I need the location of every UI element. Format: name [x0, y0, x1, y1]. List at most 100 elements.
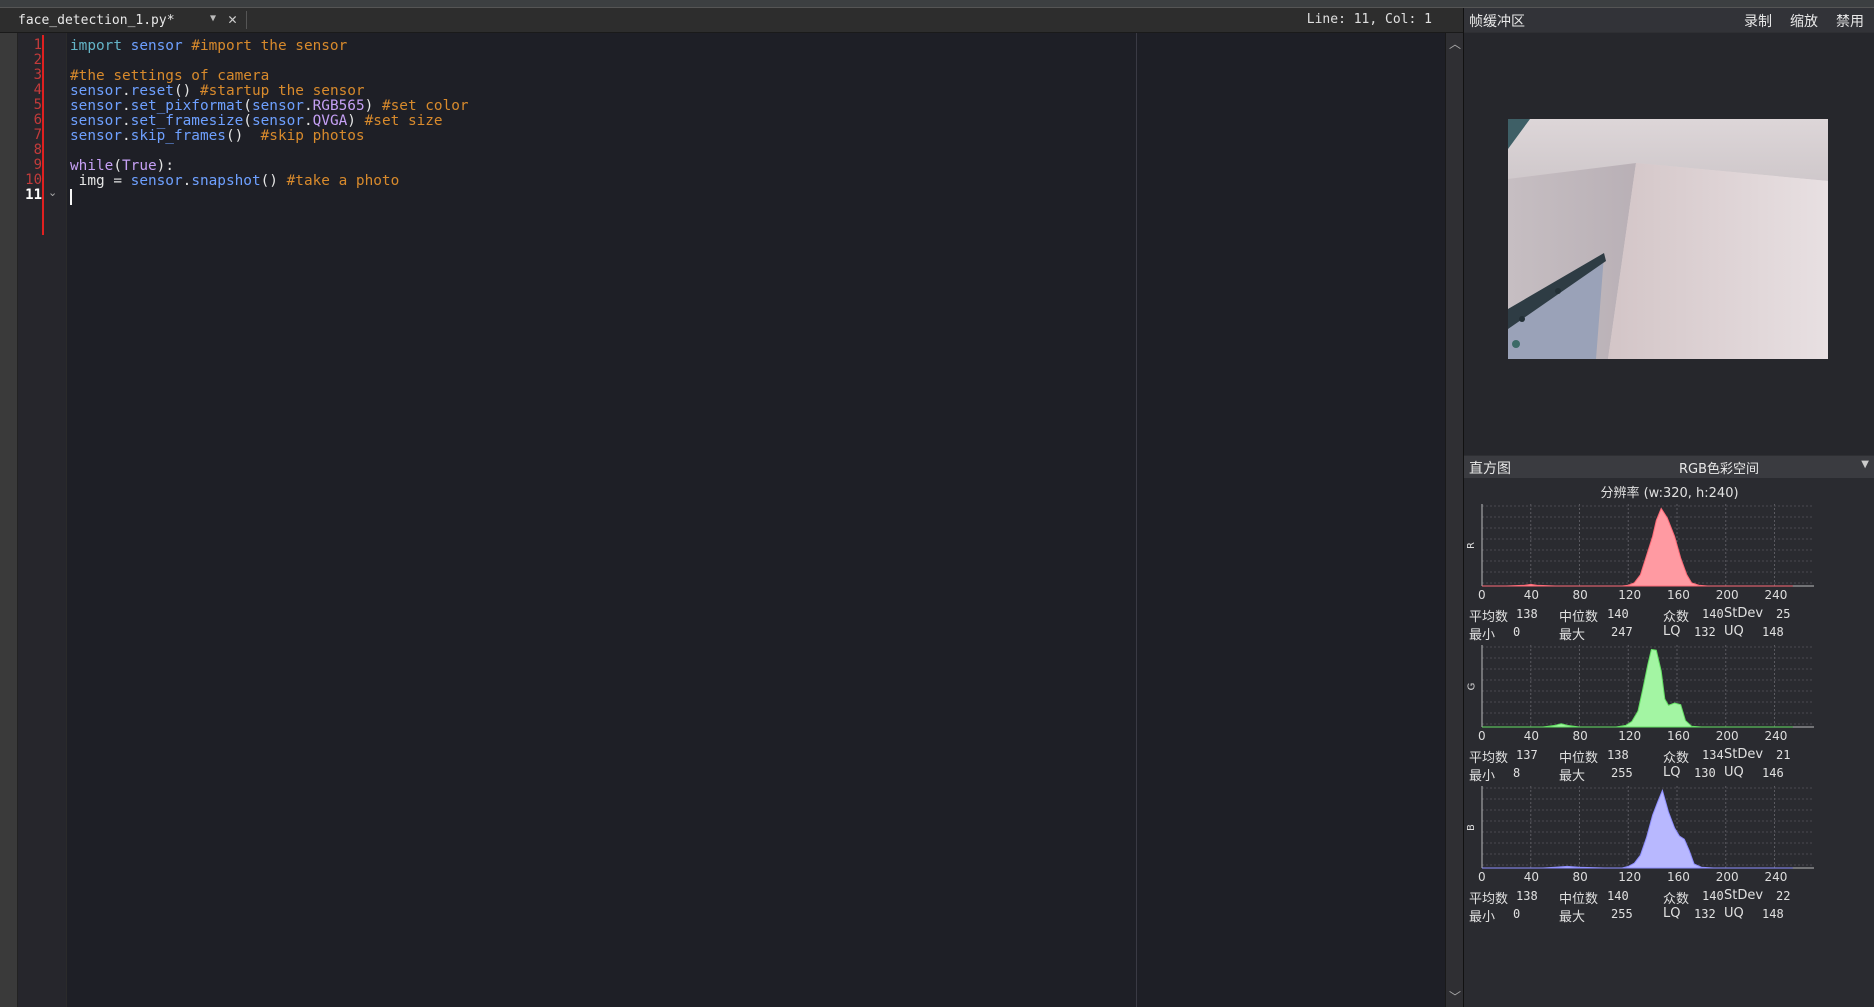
histogram-header: 直方图 RGB色彩空间 ▼	[1464, 456, 1874, 478]
chevron-down-icon[interactable]: ▼	[1861, 459, 1869, 470]
histogram-title: 直方图	[1469, 461, 1511, 477]
framebuffer-header: 帧缓冲区 录制 缩放 禁用	[1464, 8, 1874, 32]
stat-value-median: 140	[1607, 607, 1629, 621]
histogram-b: B 0 40 80 120 160 200 240 平均数 138 中位数 140 众数 140 StDev…	[1464, 784, 1874, 925]
stat-label-max: 最大	[1559, 910, 1586, 925]
zoom-button[interactable]: 缩放	[1790, 11, 1818, 31]
file-tab-label: face_detection_1.py*	[18, 12, 175, 28]
scroll-up-icon[interactable]: ︿	[1449, 35, 1461, 52]
framebuffer-title: 帧缓冲区	[1469, 14, 1525, 30]
stat-label-mode: 众数	[1663, 751, 1690, 766]
top-menu-strip	[0, 0, 1874, 8]
x-tick-label: 80	[1572, 588, 1588, 602]
tab-dropdown-icon[interactable]: ▼	[210, 13, 216, 24]
stat-value-min: 8	[1513, 766, 1521, 780]
x-tick-label: 40	[1523, 729, 1540, 743]
stat-label-mode: 众数	[1663, 610, 1690, 625]
x-tick-label: 0	[1478, 588, 1486, 602]
line-number-gutter: 1 2 3 4 5 6 7 8 9 10 11 ⌄	[18, 33, 66, 1007]
stat-value-mode: 140	[1702, 607, 1724, 621]
close-icon[interactable]: ✕	[228, 10, 237, 28]
x-tick-label: 120	[1618, 588, 1642, 602]
file-tab[interactable]: face_detection_1.py* ▼ ✕	[18, 8, 248, 32]
stat-value-stdev: 25	[1776, 607, 1791, 621]
stat-label-lq: LQ	[1663, 906, 1681, 921]
stat-value-stdev: 22	[1776, 889, 1791, 903]
histogram-area-r	[1482, 507, 1793, 587]
x-tick-label: 240	[1764, 588, 1788, 602]
modified-lines-marker	[42, 35, 44, 235]
color-space-select[interactable]: RGB色彩空间	[1679, 458, 1759, 477]
code-line-10: img = sensor.snapshot() #take a photo	[70, 173, 400, 189]
x-tick-label: 40	[1523, 588, 1540, 602]
stat-value-max: 247	[1611, 625, 1633, 639]
stat-label-min: 最小	[1469, 910, 1496, 925]
x-tick-label: 0	[1478, 729, 1486, 743]
stat-value-uq: 146	[1762, 766, 1784, 780]
stat-label-max: 最大	[1559, 628, 1586, 643]
x-tick-label: 160	[1667, 870, 1690, 884]
resolution-label: 分辨率 (w:320, h:240)	[1600, 486, 1739, 501]
code-editor[interactable]: import sensor #import the sensor #the se…	[67, 33, 1445, 1007]
fold-chevron-icon[interactable]: ⌄	[48, 186, 57, 199]
stat-label-uq: UQ	[1724, 765, 1744, 780]
right-panel: 帧缓冲区 录制 缩放 禁用 直方图 RGB色彩空间 ▼ 分辨率 (w:320, …	[1463, 8, 1874, 1007]
stat-label-uq: UQ	[1724, 906, 1744, 921]
edge-margin-line	[1136, 33, 1137, 1007]
stat-value-uq: 148	[1762, 625, 1784, 639]
x-tick-label: 200	[1715, 729, 1739, 743]
stat-value-mode: 140	[1702, 889, 1724, 903]
stat-label-median: 中位数	[1559, 892, 1599, 907]
histogram-area-g	[1482, 648, 1793, 728]
stat-label-lq: LQ	[1663, 765, 1681, 780]
stat-label-mean: 平均数	[1469, 892, 1509, 907]
scroll-down-icon[interactable]: ﹀	[1449, 988, 1461, 1005]
stat-label-mode: 众数	[1663, 892, 1690, 907]
stat-label-stdev: StDev	[1724, 747, 1764, 762]
stat-label-mean: 平均数	[1469, 751, 1509, 766]
x-tick-label: 40	[1523, 870, 1540, 884]
stat-value-lq: 130	[1694, 766, 1716, 780]
x-tick-label: 240	[1764, 870, 1788, 884]
stat-value-median: 138	[1607, 748, 1629, 762]
x-tick-label: 160	[1667, 588, 1690, 602]
stat-value-mean: 138	[1516, 889, 1538, 903]
x-tick-label: 200	[1715, 588, 1739, 602]
line-number: 11	[25, 187, 42, 203]
stat-value-max: 255	[1611, 766, 1633, 780]
stat-value-stdev: 21	[1776, 748, 1791, 762]
histogram-r: R 0 40 80 120 160 200 240 平均数 138 中位数 140 众数 140 StDev…	[1464, 502, 1874, 643]
editor-scrollbar[interactable]: ︿ ﹀	[1445, 33, 1464, 1007]
stat-label-max: 最大	[1559, 769, 1586, 784]
histogram-g: G 0 40 80 120 160 200 240 平均数 137 中位数 138 众数 134 StDev…	[1464, 643, 1874, 784]
stat-value-uq: 148	[1762, 907, 1784, 921]
x-tick-label: 120	[1618, 870, 1642, 884]
tab-divider	[246, 11, 247, 29]
record-button[interactable]: 录制	[1744, 11, 1772, 31]
code-line-1: import sensor #import the sensor	[70, 38, 348, 54]
stat-label-lq: LQ	[1663, 624, 1681, 639]
stat-value-median: 140	[1607, 889, 1629, 903]
x-tick-label: 120	[1618, 729, 1642, 743]
histogram-plot	[1481, 786, 1814, 869]
x-tick-label: 240	[1764, 729, 1788, 743]
stat-value-lq: 132	[1694, 907, 1716, 921]
stat-value-max: 255	[1611, 907, 1633, 921]
disable-button[interactable]: 禁用	[1836, 11, 1864, 31]
stat-label-uq: UQ	[1724, 624, 1744, 639]
text-caret	[70, 189, 72, 205]
histogram-panel: 分辨率 (w:320, h:240) R 0 40 80 120 160 200 240 平均数…	[1464, 478, 1874, 1007]
cursor-position-status: Line: 11, Col: 1	[1306, 12, 1432, 27]
editor-tab-bar: face_detection_1.py* ▼ ✕ Line: 11, Col: …	[0, 8, 1464, 33]
histogram-plot	[1481, 504, 1814, 587]
stat-label-median: 中位数	[1559, 751, 1599, 766]
stat-label-stdev: StDev	[1724, 606, 1764, 621]
stat-label-min: 最小	[1469, 769, 1496, 784]
stat-value-mode: 134	[1702, 748, 1724, 762]
stat-value-mean: 138	[1516, 607, 1538, 621]
stat-label-mean: 平均数	[1469, 610, 1509, 625]
x-tick-label: 200	[1715, 870, 1739, 884]
x-tick-label: 160	[1667, 729, 1690, 743]
stat-label-min: 最小	[1469, 628, 1496, 643]
histogram-plot	[1481, 645, 1814, 728]
